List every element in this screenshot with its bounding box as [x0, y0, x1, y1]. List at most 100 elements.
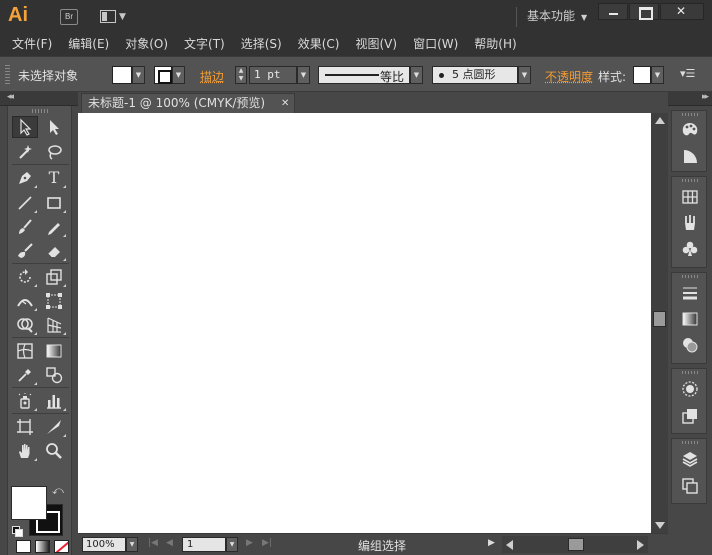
- stroke-panel-icon[interactable]: [680, 283, 700, 303]
- profile-dropdown-button[interactable]: ▼: [410, 66, 423, 84]
- panel-group-grip[interactable]: [682, 113, 698, 116]
- toolbox-grip[interactable]: [32, 109, 50, 113]
- panel-group-grip[interactable]: [682, 275, 698, 278]
- zoom-tool[interactable]: [41, 440, 67, 462]
- selection-tool[interactable]: [12, 116, 38, 138]
- fill-dropdown-button[interactable]: ▼: [132, 66, 145, 84]
- transparency-panel-icon[interactable]: [680, 335, 700, 355]
- panel-group-grip[interactable]: [682, 371, 698, 374]
- close-document-icon[interactable]: ✕: [281, 94, 289, 113]
- fill-color-swatch[interactable]: [112, 66, 132, 84]
- next-artboard-icon[interactable]: ▶: [246, 538, 253, 548]
- menu-view[interactable]: 视图(V): [347, 33, 405, 56]
- zoom-level-field[interactable]: 100%: [82, 537, 126, 552]
- layers-panel-icon[interactable]: [680, 449, 700, 469]
- last-artboard-icon[interactable]: ▶|: [262, 538, 272, 548]
- arrange-documents-button[interactable]: ▼: [100, 9, 128, 25]
- pencil-tool[interactable]: [41, 216, 67, 238]
- appearance-panel-icon[interactable]: [680, 379, 700, 399]
- artboard[interactable]: [78, 113, 651, 533]
- rectangle-tool[interactable]: [41, 192, 67, 214]
- stroke-weight-dropdown[interactable]: ▼: [297, 66, 310, 84]
- fill-swatch-large[interactable]: [11, 486, 47, 520]
- brush-definition[interactable]: 5 点圆形: [432, 66, 518, 84]
- line-segment-tool[interactable]: [12, 192, 38, 214]
- horizontal-scrollbar[interactable]: [502, 536, 648, 553]
- eraser-tool[interactable]: [41, 240, 67, 262]
- graphic-styles-panel-icon[interactable]: [680, 406, 700, 426]
- direct-selection-tool[interactable]: [41, 116, 67, 138]
- opacity-panel-link[interactable]: 不透明度: [545, 68, 593, 85]
- menu-help[interactable]: 帮助(H): [466, 33, 524, 56]
- lasso-tool[interactable]: [41, 141, 67, 163]
- eyedropper-tool[interactable]: [12, 364, 38, 386]
- horizontal-scroll-thumb[interactable]: [568, 538, 584, 551]
- collapse-icon[interactable]: ◂◂: [7, 92, 14, 102]
- symbol-sprayer-tool[interactable]: [12, 390, 38, 412]
- symbols-panel-icon[interactable]: [680, 239, 700, 259]
- maximize-button[interactable]: [629, 3, 659, 20]
- canvas-area[interactable]: [78, 113, 651, 533]
- stroke-weight-stepper[interactable]: ▲ ▼: [235, 66, 247, 84]
- control-panel-menu-icon[interactable]: ▾☰: [680, 67, 695, 80]
- none-mode-button[interactable]: [54, 540, 69, 553]
- paintbrush-tool[interactable]: [12, 216, 38, 238]
- rotate-tool[interactable]: [12, 266, 38, 288]
- gradient-mode-button[interactable]: [35, 540, 50, 553]
- hand-tool[interactable]: [12, 440, 38, 462]
- stroke-dropdown-button[interactable]: ▼: [172, 66, 185, 84]
- menu-object[interactable]: 对象(O): [117, 33, 176, 56]
- stroke-color-swatch[interactable]: [154, 66, 172, 84]
- menu-edit[interactable]: 编辑(E): [60, 33, 117, 56]
- blend-tool[interactable]: [41, 364, 67, 386]
- graphic-style-swatch[interactable]: [633, 66, 651, 84]
- blob-brush-tool[interactable]: [12, 240, 38, 262]
- stroke-weight-input[interactable]: 1 pt: [249, 66, 297, 84]
- magic-wand-tool[interactable]: [12, 141, 38, 163]
- style-dropdown-button[interactable]: ▼: [651, 66, 664, 84]
- menu-type[interactable]: 文字(T): [176, 33, 233, 56]
- bridge-button[interactable]: Br: [60, 9, 78, 25]
- panel-group-grip[interactable]: [682, 179, 698, 182]
- brush-dropdown-button[interactable]: ▼: [518, 66, 531, 84]
- color-guide-panel-icon[interactable]: [680, 146, 700, 166]
- swatches-panel-icon[interactable]: [680, 187, 700, 207]
- panel-dock-header[interactable]: ▸▸: [668, 92, 712, 106]
- scale-tool[interactable]: [41, 266, 67, 288]
- previous-artboard-icon[interactable]: ◀: [166, 538, 173, 548]
- scroll-up-icon[interactable]: [655, 117, 665, 124]
- artboard-number-field[interactable]: 1: [182, 537, 226, 552]
- free-transform-tool[interactable]: [41, 290, 67, 312]
- brushes-panel-icon[interactable]: [680, 213, 700, 233]
- menu-file[interactable]: 文件(F): [4, 33, 60, 56]
- artboard-tool[interactable]: [12, 416, 38, 438]
- mesh-tool[interactable]: [12, 340, 38, 362]
- color-mode-button[interactable]: [16, 540, 31, 553]
- vertical-scroll-thumb[interactable]: [653, 311, 666, 327]
- color-panel-icon[interactable]: [680, 120, 700, 140]
- stroke-panel-link[interactable]: 描边: [200, 68, 224, 85]
- menu-window[interactable]: 窗口(W): [405, 33, 466, 56]
- close-window-button[interactable]: [660, 3, 704, 20]
- variable-width-profile[interactable]: 等比: [318, 66, 410, 84]
- status-menu-icon[interactable]: ▶: [488, 538, 495, 548]
- zoom-dropdown-button[interactable]: ▼: [126, 537, 138, 552]
- menu-effect[interactable]: 效果(C): [290, 33, 348, 56]
- shape-builder-tool[interactable]: [12, 314, 38, 336]
- swap-fill-stroke-icon[interactable]: ⤺: [52, 484, 64, 498]
- gradient-tool[interactable]: [41, 340, 67, 362]
- artboard-dropdown-button[interactable]: ▼: [226, 537, 238, 552]
- tools-panel-header[interactable]: ◂◂: [0, 92, 78, 106]
- panel-group-grip[interactable]: [682, 441, 698, 444]
- vertical-scrollbar[interactable]: [651, 113, 668, 533]
- width-tool[interactable]: [12, 290, 38, 312]
- gradient-panel-icon[interactable]: [680, 309, 700, 329]
- expand-panels-icon[interactable]: ▸▸: [702, 92, 709, 102]
- default-fill-stroke-icon[interactable]: [12, 526, 23, 537]
- slice-tool[interactable]: [41, 416, 67, 438]
- document-tab[interactable]: 未标题-1 @ 100% (CMYK/预览) ✕: [81, 93, 295, 113]
- perspective-grid-tool[interactable]: [41, 314, 67, 336]
- first-artboard-icon[interactable]: |◀: [148, 538, 158, 548]
- scroll-left-icon[interactable]: [506, 540, 513, 550]
- pen-tool[interactable]: [12, 167, 38, 189]
